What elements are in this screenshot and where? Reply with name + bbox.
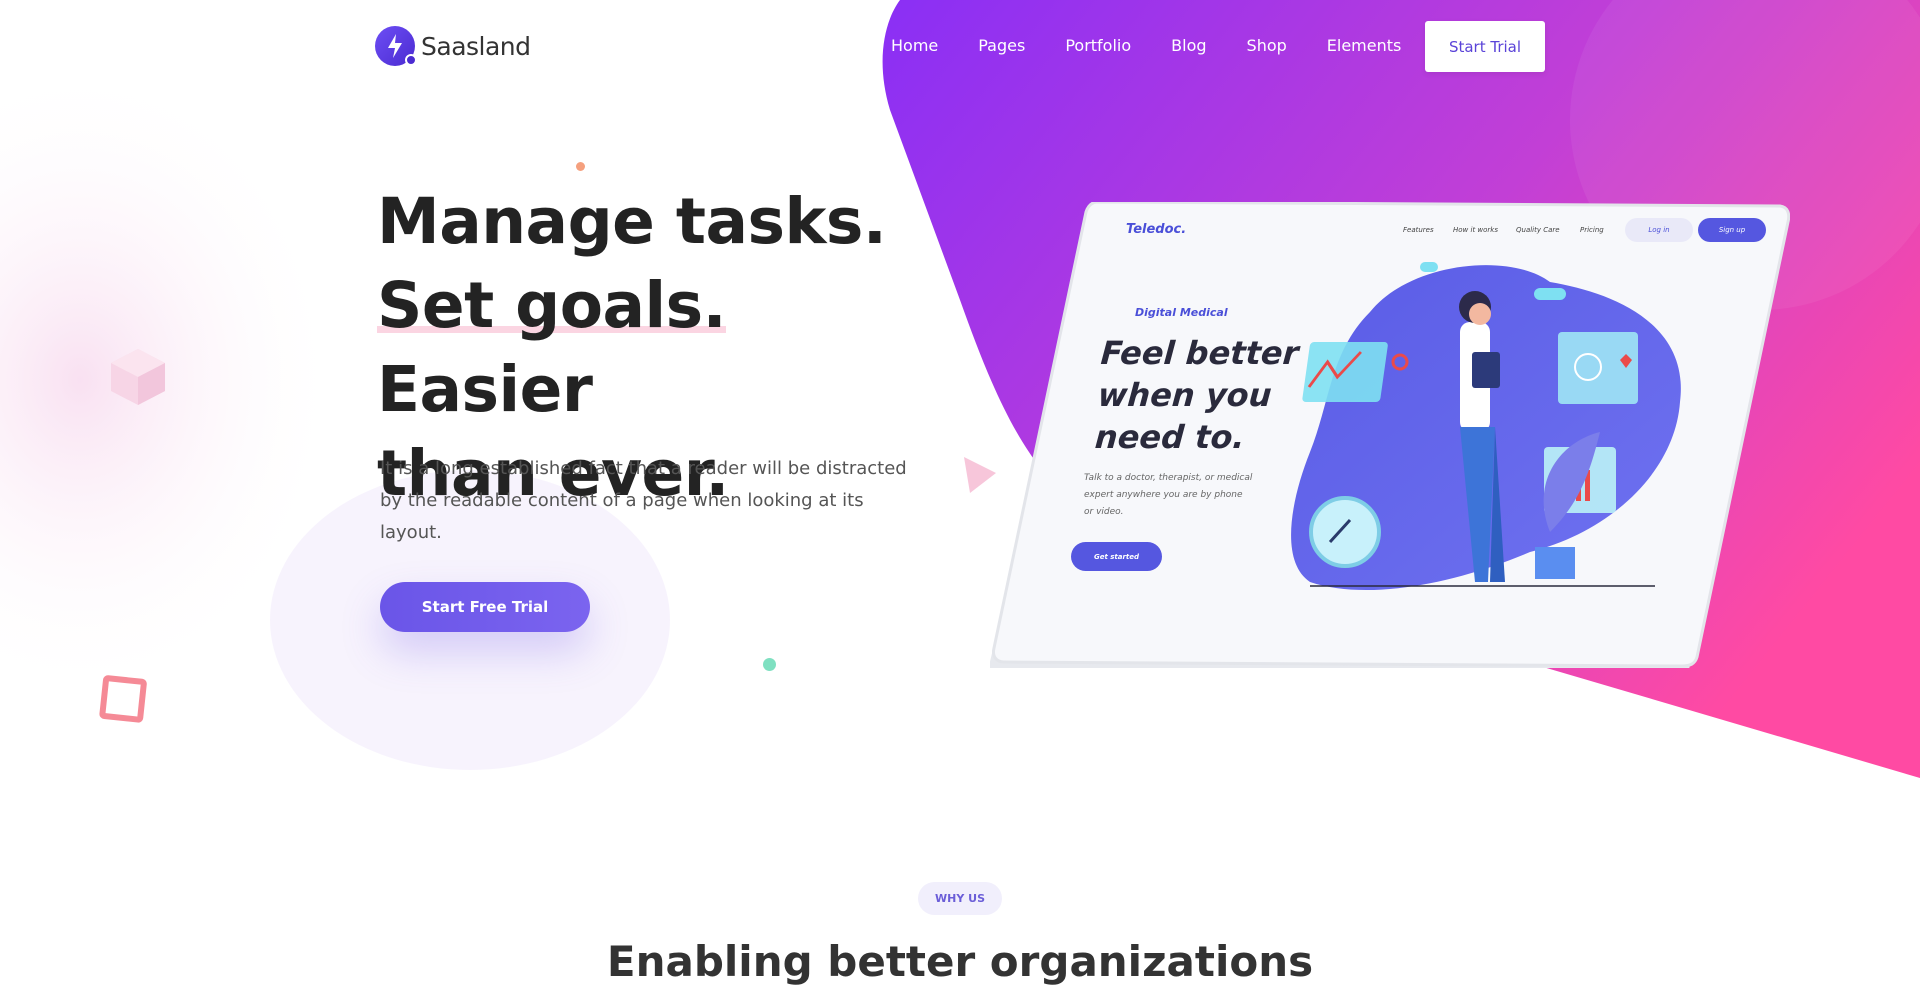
start-trial-button[interactable]: Start Trial <box>1425 21 1545 72</box>
mockup-signup-button: Sign up <box>1698 218 1766 242</box>
mockup-get-started-button: Get started <box>1071 542 1162 571</box>
floating-dot-green <box>763 658 776 671</box>
start-free-trial-button[interactable]: Start Free Trial <box>380 582 590 632</box>
floating-cube-icon <box>111 349 165 405</box>
hero-description: It is a long established fact that a rea… <box>380 458 907 543</box>
brand-name: Saasland <box>421 31 531 61</box>
mockup-login-button: Log in <box>1625 218 1693 242</box>
mockup-nav-pricing: Pricing <box>1580 226 1604 234</box>
mockup-nav-quality-care: Quality Care <box>1516 226 1560 234</box>
why-us-badge: WHY US <box>918 882 1002 915</box>
section-title: Enabling better organizations <box>606 937 1314 986</box>
nav-item-portfolio[interactable]: Portfolio <box>1065 36 1131 56</box>
nav-item-elements[interactable]: Elements <box>1327 36 1402 56</box>
mockup-title: Feel better when you need to. <box>1093 334 1300 456</box>
nav-item-blog[interactable]: Blog <box>1171 36 1206 56</box>
lightning-bolt-icon <box>375 26 417 66</box>
nav-item-pages[interactable]: Pages <box>978 36 1025 56</box>
mockup-subtitle: Talk to a doctor, therapist, or medical … <box>1084 473 1253 517</box>
brand-logo[interactable]: Saasland <box>375 26 531 66</box>
mockup-logo: Teledoc. <box>1126 222 1187 237</box>
mockup-kicker: Digital Medical <box>1135 306 1228 319</box>
main-nav: Home Pages Portfolio Blog Shop Elements <box>891 36 1441 56</box>
site-header: Saasland Home Pages Portfolio Blog Shop … <box>0 0 1920 94</box>
nav-item-home[interactable]: Home <box>891 36 938 56</box>
hero-title-highlight: Set goals. <box>377 269 727 342</box>
floating-square-icon <box>99 675 147 723</box>
hero-title-line1: Manage tasks. <box>377 185 887 258</box>
nav-item-shop[interactable]: Shop <box>1247 36 1287 56</box>
mockup-nav-features: Features <box>1403 226 1434 234</box>
hero-title-line2-rest: Easier <box>377 353 593 426</box>
mockup-nav-how-it-works: How it works <box>1453 226 1498 234</box>
floating-dot-orange <box>576 162 585 171</box>
